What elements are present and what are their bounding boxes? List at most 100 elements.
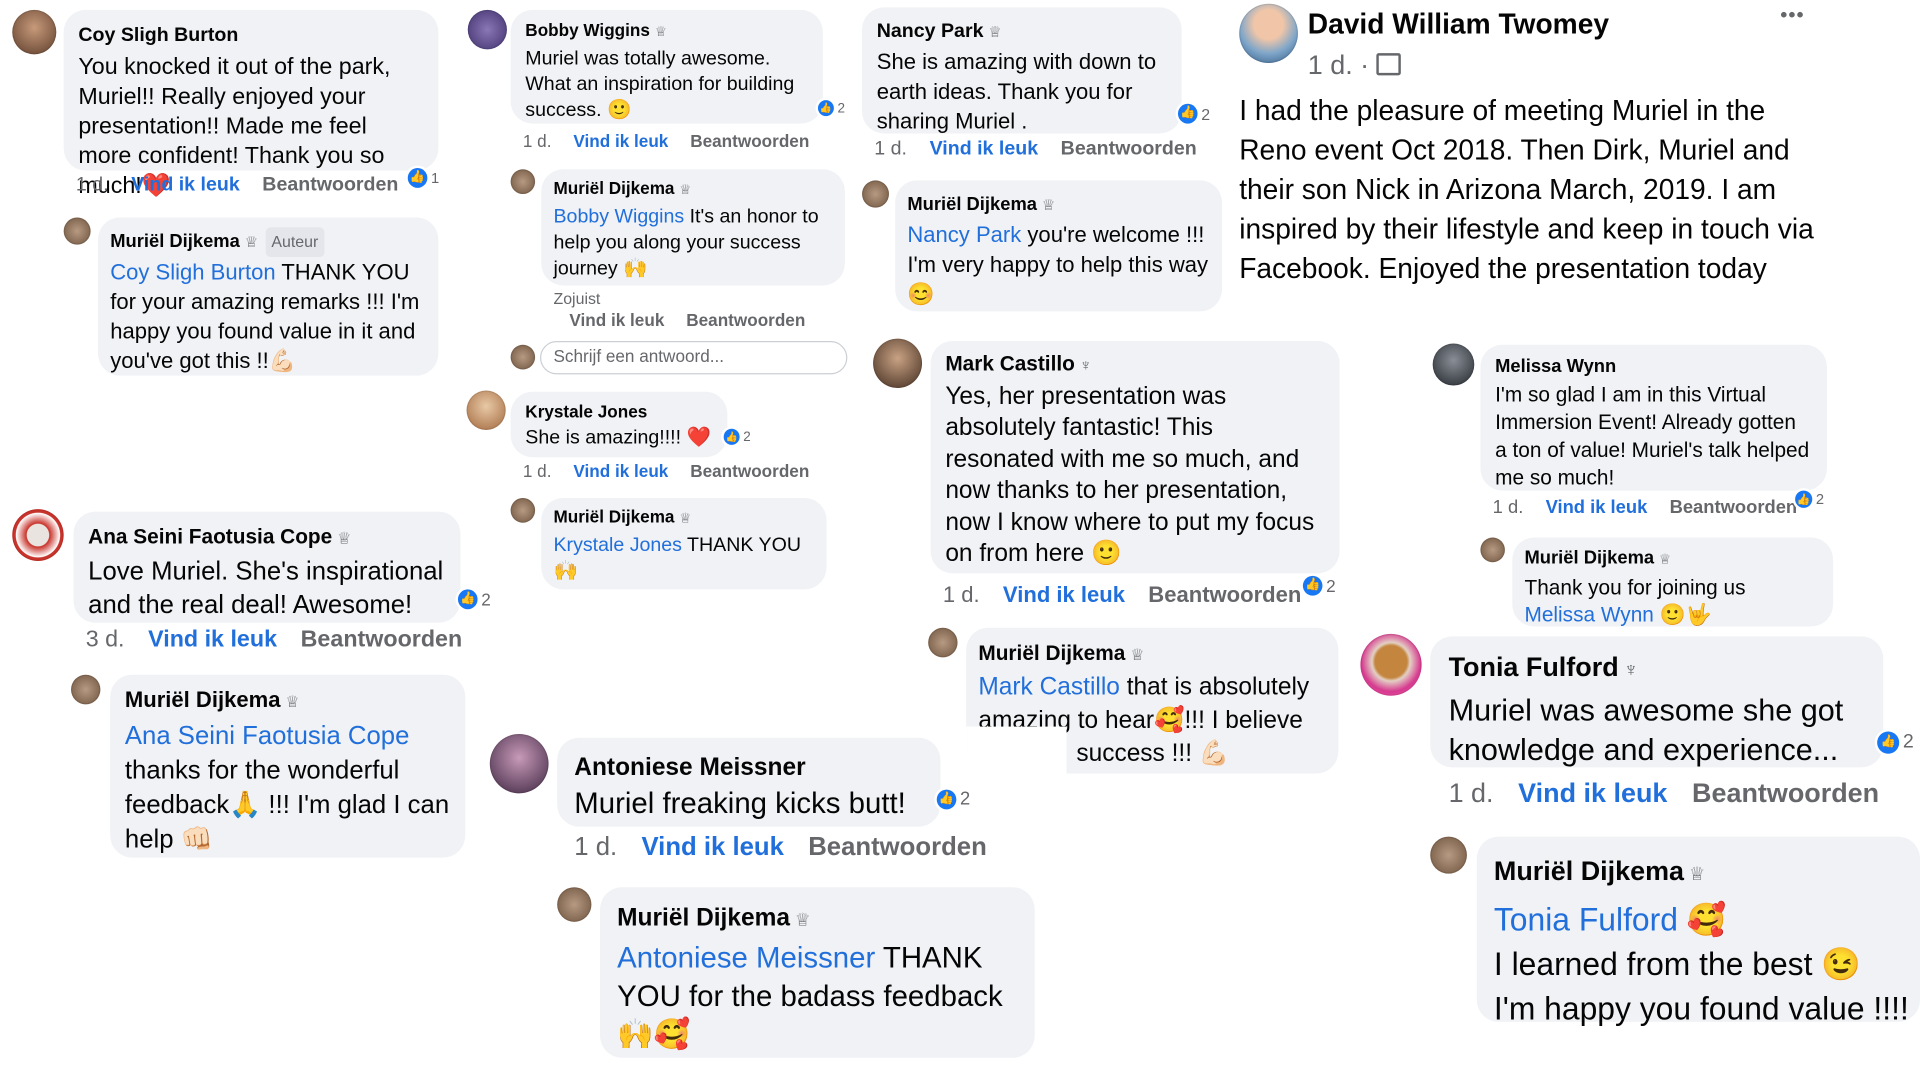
commenter-name[interactable]: Muriël Dijkema <box>617 905 790 932</box>
mention-link[interactable]: Antoniese Meissner <box>617 942 875 975</box>
reply-button[interactable]: Beantwoorden <box>301 626 463 652</box>
avatar-muriel[interactable] <box>510 497 536 523</box>
avatar-muriel[interactable] <box>862 180 889 208</box>
commenter-name[interactable]: Muriël Dijkema <box>125 687 281 712</box>
commenter-name[interactable]: Muriël Dijkema <box>978 641 1125 664</box>
top-fan-badge-icon: ♕ <box>337 528 352 548</box>
thumbs-up-icon: 👍 <box>1177 103 1198 124</box>
mention-link[interactable]: Krystale Jones <box>553 535 681 556</box>
comment-age: 1 d. <box>75 174 109 196</box>
post-author-name[interactable]: David William Twomey <box>1308 7 1609 40</box>
commenter-name[interactable]: Bobby Wiggins <box>525 20 650 40</box>
like-button[interactable]: Vind ik leuk <box>1546 497 1648 518</box>
comment-tonia-bubble: Tonia Fulford ♆ Muriel was awesome she go… <box>1430 636 1884 768</box>
flower-badge-icon: ♆ <box>1623 659 1639 681</box>
avatar-muriel[interactable] <box>928 627 958 658</box>
reply-button[interactable]: Beantwoorden <box>1148 582 1301 607</box>
avatar-coy[interactable] <box>12 9 57 55</box>
comment-text: Krystale Jones THANK YOU 🙌 <box>553 535 802 583</box>
mention-link[interactable]: Melissa Wynn <box>1525 603 1654 626</box>
like-button[interactable]: Vind ik leuk <box>930 138 1039 159</box>
commenter-name[interactable]: Muriël Dijkema <box>110 231 240 252</box>
reaction-count[interactable]: 👍 2 <box>457 589 491 610</box>
reaction-count[interactable]: 👍 2 <box>817 100 845 117</box>
mention-link[interactable]: Bobby Wiggins <box>553 206 684 227</box>
like-button[interactable]: Vind ik leuk <box>641 833 783 861</box>
commenter-name[interactable]: Mark Castillo <box>945 352 1075 375</box>
reply-button[interactable]: Beantwoorden <box>1692 777 1879 808</box>
commenter-name[interactable]: Nancy Park <box>877 21 984 42</box>
commenter-name[interactable]: Ana Seini Faotusia Cope <box>88 525 332 548</box>
mention-link[interactable]: Coy Sligh Burton <box>110 259 275 284</box>
avatar-antoniese[interactable] <box>489 734 549 794</box>
avatar-muriel[interactable] <box>71 674 101 705</box>
comment-bobby-actions: 1 d. Vind ik leuk Beantwoorden <box>523 131 827 151</box>
write-reply-input[interactable]: Schrijf een antwoord... <box>540 341 848 375</box>
reaction-count[interactable]: 👍 2 <box>936 788 970 809</box>
reaction-count[interactable]: 👍 2 <box>1177 103 1210 124</box>
commenter-name[interactable]: Coy Sligh Burton <box>78 25 238 46</box>
more-options-icon[interactable]: ••• <box>1780 5 1804 27</box>
top-fan-badge-icon: ♕ <box>1659 552 1672 568</box>
like-button[interactable]: Vind ik leuk <box>573 131 668 151</box>
avatar-bobby[interactable] <box>467 9 507 50</box>
comment-text: Tonia Fulford 🥰 <box>1493 900 1727 938</box>
top-fan-badge-icon: ♕ <box>1130 645 1145 664</box>
reply-button[interactable]: Beantwoorden <box>690 131 809 151</box>
comment-coy-actions: 1 d. Vind ik leuk Beantwoorden <box>76 174 416 196</box>
reply-button[interactable]: Beantwoorden <box>1670 497 1798 518</box>
commenter-name[interactable]: Muriël Dijkema <box>907 194 1037 215</box>
reaction-count[interactable]: 👍 2 <box>723 428 751 445</box>
commenter-name[interactable]: Krystale Jones <box>525 402 647 422</box>
comment-melissa-bubble: Melissa Wynn I'm so glad I am in this Vi… <box>1480 344 1827 491</box>
mention-link[interactable]: Nancy Park <box>907 222 1021 247</box>
commenter-name[interactable]: Melissa Wynn <box>1495 356 1616 377</box>
reply-muriel-nancy-bubble: Muriël Dijkema ♕ Nancy Park you're welcom… <box>895 180 1223 312</box>
mention-link[interactable]: Mark Castillo <box>978 673 1120 700</box>
comment-antoniese-bubble: Antoniese Meissner Muriel freaking kicks… <box>557 737 941 827</box>
comment-text: Coy Sligh Burton THANK YOU for your amaz… <box>110 259 420 374</box>
like-button[interactable]: Vind ik leuk <box>1003 582 1125 607</box>
commenter-name[interactable]: Muriël Dijkema <box>553 178 674 198</box>
commenter-name[interactable]: Muriël Dijkema <box>1494 855 1684 886</box>
like-button[interactable]: Vind ik leuk <box>569 310 664 330</box>
like-button[interactable]: Vind ik leuk <box>1518 777 1667 808</box>
avatar-ana[interactable] <box>12 509 64 562</box>
top-fan-badge-icon: ♕ <box>654 24 667 40</box>
avatar-mark[interactable] <box>873 338 923 389</box>
mention-link[interactable]: Tonia Fulford <box>1494 901 1678 938</box>
avatar-krystale[interactable] <box>466 390 506 431</box>
reaction-count[interactable]: 👍 1 <box>407 168 439 188</box>
reply-button[interactable]: Beantwoorden <box>1061 138 1197 159</box>
avatar-muriel[interactable] <box>557 887 592 922</box>
avatar-muriel[interactable] <box>63 217 91 245</box>
reply-muriel-coy-bubble: Muriël Dijkema ♕ Auteur Coy Sligh Burton T… <box>97 217 439 376</box>
reaction-count[interactable]: 👍 2 <box>1795 490 1824 508</box>
comment-nancy-bubble: Nancy Park ♕ She is amazing with down to … <box>862 7 1182 134</box>
reply-button[interactable]: Beantwoorden <box>686 310 805 330</box>
like-button[interactable]: Vind ik leuk <box>131 174 240 195</box>
comment-bobby-bubble: Bobby Wiggins ♕ Muriel was totally awesom… <box>510 9 823 124</box>
comment-text: I'm so glad I am in this Virtual Immersi… <box>1495 382 1810 490</box>
reply-button[interactable]: Beantwoorden <box>690 461 809 481</box>
avatar-david[interactable] <box>1239 3 1298 64</box>
crop-mask <box>966 726 1067 777</box>
reply-button[interactable]: Beantwoorden <box>262 174 398 195</box>
avatar-melissa[interactable] <box>1432 343 1475 386</box>
like-button[interactable]: Vind ik leuk <box>573 461 668 481</box>
avatar-muriel[interactable] <box>1430 836 1467 874</box>
commenter-name[interactable]: Muriël Dijkema <box>1525 547 1655 568</box>
commenter-name[interactable]: Muriël Dijkema <box>553 507 674 527</box>
comment-text: She is amazing!!!! ❤️ <box>525 427 711 449</box>
reaction-count[interactable]: 👍 2 <box>1877 731 1914 754</box>
commenter-name[interactable]: Antoniese Meissner <box>574 754 805 781</box>
avatar-tonia[interactable] <box>1360 633 1422 696</box>
like-button[interactable]: Vind ik leuk <box>148 626 277 652</box>
comment-text: Muriel was awesome she got knowledge and… <box>1448 693 1844 768</box>
avatar-muriel[interactable] <box>510 169 536 195</box>
mention-link[interactable]: Ana Seini Faotusia Cope <box>125 722 409 750</box>
avatar-muriel[interactable] <box>510 344 536 370</box>
reply-button[interactable]: Beantwoorden <box>808 833 987 861</box>
avatar-muriel[interactable] <box>1480 537 1505 563</box>
commenter-name[interactable]: Tonia Fulford <box>1449 651 1619 682</box>
